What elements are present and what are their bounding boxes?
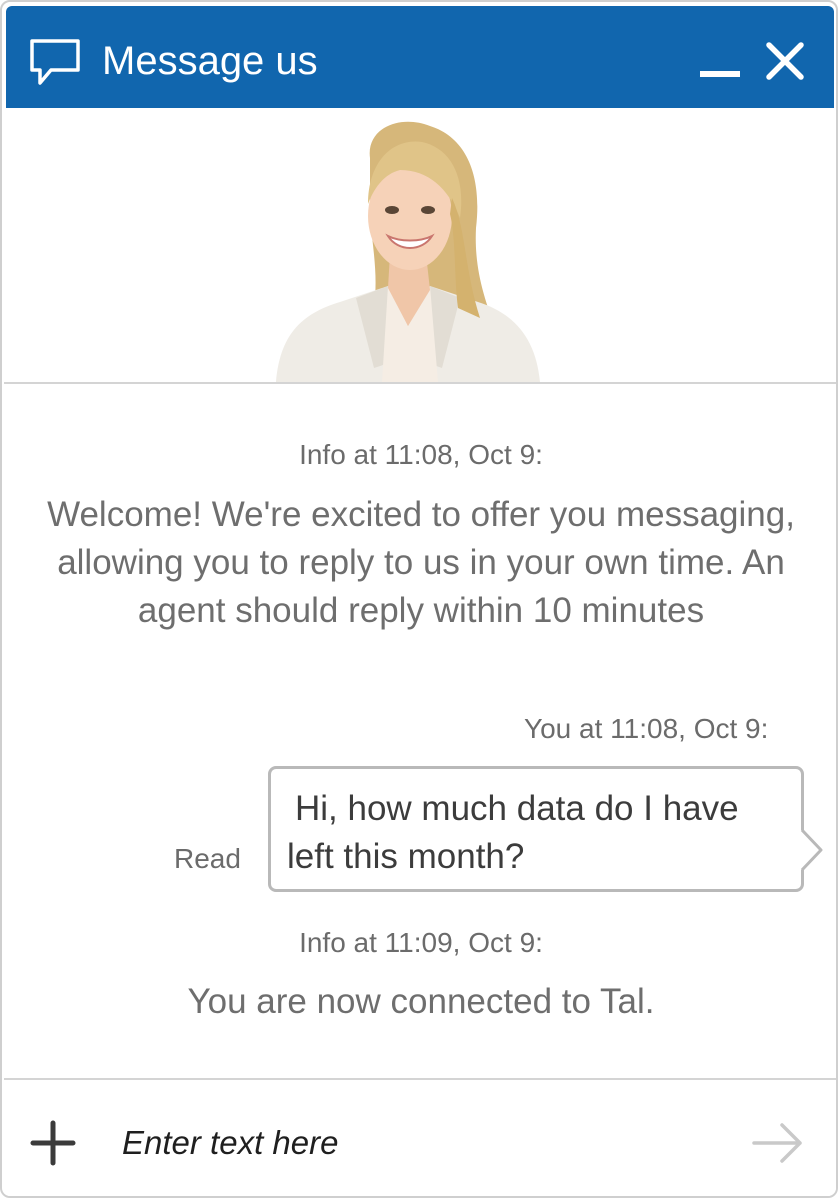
read-receipt: Read bbox=[174, 843, 241, 874]
info-timestamp: Info at 11:08, Oct 9: bbox=[299, 439, 543, 470]
info-timestamp: Info at 11:09, Oct 9: bbox=[299, 927, 543, 958]
plus-icon bbox=[30, 1120, 76, 1166]
connected-message: You are now connected to Tal. bbox=[187, 982, 655, 1021]
close-icon bbox=[766, 42, 804, 80]
minimize-button[interactable] bbox=[698, 38, 744, 84]
chat-title: Message us bbox=[102, 39, 318, 83]
send-button[interactable] bbox=[748, 1118, 808, 1168]
add-attachment-button[interactable] bbox=[30, 1120, 76, 1166]
agent-portrait bbox=[276, 121, 540, 382]
chat-transcript: Info at 11:08, Oct 9: Welcome! We're exc… bbox=[4, 384, 836, 1078]
agent-photo-panel bbox=[4, 110, 836, 384]
close-button[interactable] bbox=[762, 38, 808, 84]
bubble-tail bbox=[801, 828, 823, 872]
message-input[interactable] bbox=[122, 1118, 722, 1168]
message-composer bbox=[4, 1078, 836, 1196]
chat-widget: Message us Info at 11:08, Oct 9: Welcome… bbox=[0, 0, 838, 1198]
visitor-timestamp: You at 11:08, Oct 9: bbox=[524, 713, 769, 744]
welcome-message: Welcome! We're excited to offer you mess… bbox=[47, 495, 795, 630]
chat-header: Message us bbox=[6, 6, 834, 108]
visitor-message-bubble: Hi, how much data do I have left this mo… bbox=[268, 766, 804, 892]
arrow-right-icon bbox=[752, 1123, 802, 1163]
minimize-icon bbox=[700, 71, 740, 77]
chat-bubble-icon bbox=[30, 39, 80, 85]
